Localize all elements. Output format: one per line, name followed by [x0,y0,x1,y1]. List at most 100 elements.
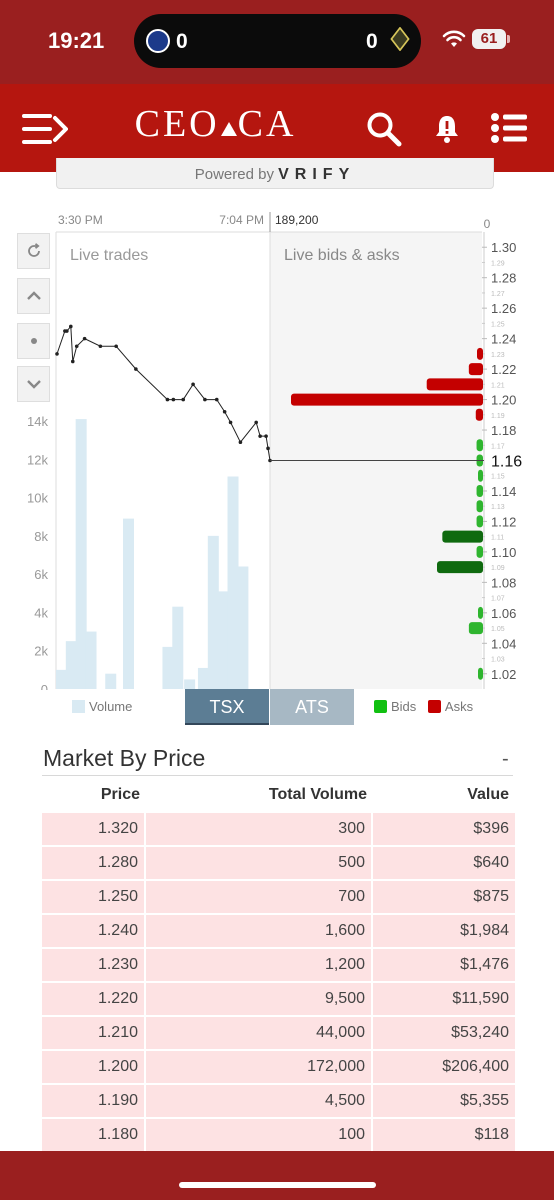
trade-point [258,434,262,438]
dynamic-island[interactable]: 0 0 [134,14,421,68]
volume-bar [123,518,134,689]
trade-point [203,397,207,402]
volume-cell: 500 [146,845,373,879]
price-cell: 1.180 [42,1117,146,1151]
value-cell: $53,240 [373,1015,515,1049]
volume-tick-label: 2k [34,644,48,659]
table-row[interactable]: 1.240 1,600 $1,984 [42,913,515,947]
legend-bids-asks: Bids Asks [374,699,473,714]
price-minor-tick-label: 1.19 [491,413,505,420]
bid-bar [437,561,483,574]
price-minor-tick-label: 1.07 [491,596,505,603]
value-cell: $5,355 [373,1083,515,1117]
team-crest-icon [146,29,170,53]
table-row[interactable]: 1.220 9,500 $11,590 [42,981,515,1015]
trade-point [165,397,170,402]
menu-expand-icon[interactable] [22,112,68,146]
powered-by-label: Powered by [194,166,274,183]
volume-tick-label: 10k [27,491,48,506]
bid-bar [468,622,483,635]
price-cell: 1.240 [42,913,146,947]
search-icon[interactable] [366,111,402,147]
value-cell: $1,476 [373,947,515,981]
trade-point [82,336,87,341]
price-minor-tick-label: 1.05 [491,626,505,633]
volume-bar [184,679,196,689]
wifi-icon [442,30,466,47]
price-minor-tick-label: 1.15 [491,474,505,481]
price-tick-label: 1.22 [491,362,516,377]
asks-swatch [427,700,441,713]
bid-bar [478,469,483,482]
volume-tick-label: 14k [27,414,48,429]
price-minor-tick-label: 1.21 [491,382,505,389]
price-minor-tick-label: 1.23 [491,352,505,359]
volume-bar [75,419,87,689]
trade-point [55,352,59,356]
table-row[interactable]: 1.250 700 $875 [42,879,515,913]
trade-point [222,409,227,414]
market-by-price-title: Market By Price [43,745,206,771]
price-cell: 1.210 [42,1015,146,1049]
value-cell: $396 [373,811,515,845]
clock: 19:21 [48,28,105,53]
collapse-toggle[interactable]: - [502,748,509,771]
tab-tsx[interactable]: TSX [185,689,269,725]
volume-cell: 1,200 [146,947,373,981]
table-row[interactable]: 1.200 172,000 $206,400 [42,1049,515,1083]
battery-indicator: 61 [472,29,506,49]
legend-asks-label: Asks [444,699,474,714]
logo-text-left: CEO [134,103,220,145]
price-tick-label: 1.02 [491,667,516,682]
score-left: 0 [176,30,188,53]
trade-point [65,329,69,333]
trade-point [266,446,270,451]
trade-point [69,324,73,329]
table-row[interactable]: 1.320 300 $396 [42,811,515,845]
bell-alert-icon[interactable] [434,114,460,144]
volume-axis: 14k 12k 10k 8k 6k 4k 2k 0 [27,414,48,690]
trade-point [214,397,219,402]
table-row[interactable]: 1.280 500 $640 [42,845,515,879]
col-value-header[interactable]: Value [373,778,515,811]
trade-point [70,359,75,364]
volume-tick-label: 8k [34,529,48,544]
home-indicator[interactable] [179,1182,376,1188]
logo-text-right: CA [237,103,297,145]
volume-bar [85,631,97,689]
price-cell: 1.220 [42,981,146,1015]
table-row[interactable]: 1.230 1,200 $1,476 [42,947,515,981]
volume-bar [105,673,117,689]
value-cell: $1,984 [373,913,515,947]
price-minor-tick-label: 1.29 [491,260,505,267]
volume-bar [197,667,209,689]
table-row[interactable]: 1.180 100 $118 [42,1117,515,1151]
list-menu-icon[interactable] [491,113,527,143]
price-tick-label: 1.18 [491,423,516,438]
volume-tick-label: 6k [34,567,48,582]
price-tick-label: 1.10 [491,545,516,560]
legend-volume-label: Volume [89,699,133,714]
logo-triangle [220,122,237,136]
col-price-header[interactable]: Price [42,778,146,811]
bid-bar [476,515,483,528]
time-end-label: 7:04 PM [219,213,264,227]
col-volume-header[interactable]: Total Volume [146,778,373,811]
value-cell: $875 [373,879,515,913]
price-cell: 1.190 [42,1083,146,1117]
bid-bar [476,439,483,452]
powered-by-vrify[interactable]: Powered by VRIFY [56,158,494,189]
volume-readout: 189,200 [275,213,319,227]
table-row[interactable]: 1.210 44,000 $53,240 [42,1015,515,1049]
trade-point [134,367,138,371]
trading-chart[interactable]: 3:30 PM 7:04 PM 189,200 0 Live trades Li… [0,200,554,690]
ask-bar [475,408,483,421]
top-right-value: 0 [484,217,491,231]
table-row[interactable]: 1.190 4,500 $5,355 [42,1083,515,1117]
price-cell: 1.200 [42,1049,146,1083]
volume-swatch [72,700,85,713]
bid-bar [442,530,483,543]
tab-ats[interactable]: ATS [270,689,354,725]
price-minor-tick-label: 1.03 [491,657,505,664]
ceo-ca-logo[interactable]: CEO CA [128,102,303,146]
